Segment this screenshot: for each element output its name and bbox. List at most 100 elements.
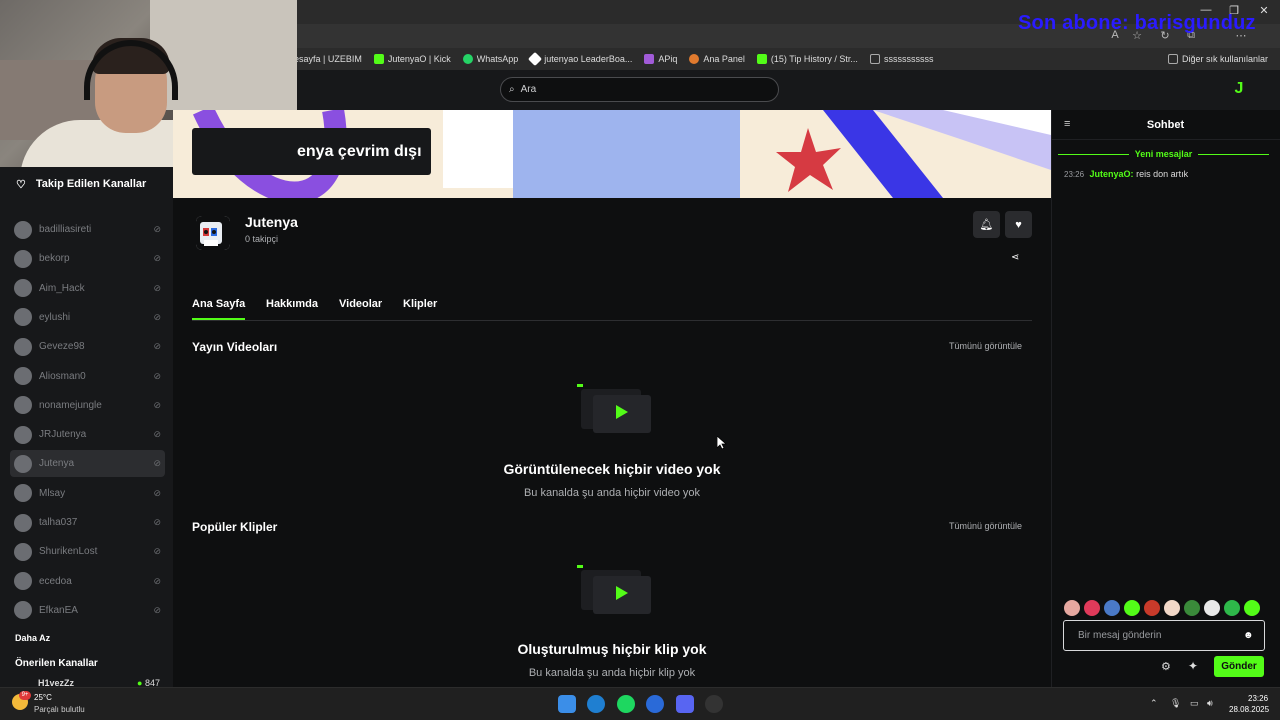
offline-video-icon: ⊘ xyxy=(153,604,161,615)
share-button[interactable]: ⋖ xyxy=(1011,252,1019,263)
show-less-button[interactable]: Daha Az xyxy=(15,633,50,643)
bookmark-label: jutenyao LeaderBoa... xyxy=(544,54,633,64)
weather-notification-badge: 9+ xyxy=(19,691,31,700)
sidebar-channel-name: ecedoa xyxy=(39,575,72,587)
folder-icon xyxy=(869,54,880,64)
bookmark-item[interactable]: esayfa | UZEBIM xyxy=(294,54,362,64)
windows-taskbar xyxy=(0,687,1280,720)
sidebar-channel-name: talha037 xyxy=(39,517,78,528)
panel-icon xyxy=(689,54,700,64)
google-app-icon[interactable] xyxy=(646,695,664,713)
emote-icon[interactable] xyxy=(1204,600,1220,616)
chat-message: 23:26 JutenyaO: reis don artık xyxy=(1064,169,1188,179)
tab-divider xyxy=(192,320,1032,321)
sidebar-channel-item[interactable]: Mlsay ⊘ xyxy=(10,480,165,507)
other-bookmarks[interactable]: Diğer sık kullanılanlar xyxy=(1167,54,1268,64)
obs-studio-icon[interactable] xyxy=(705,695,723,713)
notification-bell-button[interactable]: 🔔︎ xyxy=(973,211,1000,238)
sidebar-channel-item[interactable]: JRJutenya ⊘ xyxy=(10,421,165,448)
sidebar-channel-item[interactable]: badilliasireti ⊘ xyxy=(10,216,165,243)
offline-video-icon: ⊘ xyxy=(153,311,161,322)
sidebar-channel-item[interactable]: ShurikenLost ⊘ xyxy=(10,538,165,565)
videos-see-all-link[interactable]: Tümünü görüntüle xyxy=(949,341,1022,351)
sidebar-channel-item[interactable]: ecedoa ⊘ xyxy=(10,568,165,595)
sidebar-channel-name: Geveze98 xyxy=(39,341,85,353)
bookmark-item[interactable]: WhatsApp xyxy=(462,54,519,64)
tray-expand-icon[interactable]: ⌃ xyxy=(1150,698,1158,709)
bookmark-item[interactable]: jutenyao LeaderBoa... xyxy=(528,51,633,67)
tab-clips[interactable]: Klipler xyxy=(403,298,437,310)
taskbar-time[interactable]: 23:26 xyxy=(1248,694,1268,703)
channel-avatar[interactable] xyxy=(196,216,230,250)
bookmark-item[interactable]: JutenyaO | Kick xyxy=(373,54,451,64)
chat-title: Sohbet xyxy=(1146,118,1185,131)
tab-videos[interactable]: Videolar xyxy=(339,298,382,310)
kick-logo-icon[interactable]: J xyxy=(1230,80,1248,98)
sidebar-channel-item[interactable]: Aim_Hack ⊘ xyxy=(10,275,165,302)
emote-icon[interactable] xyxy=(1144,600,1160,616)
weather-description[interactable]: Parçalı bulutlu xyxy=(34,705,85,714)
sidebar-channel-item[interactable]: nonamejungle ⊘ xyxy=(10,392,165,419)
bookmark-item[interactable]: Ana Panel xyxy=(689,54,745,64)
emote-icon[interactable] xyxy=(1084,600,1100,616)
emote-icon[interactable] xyxy=(1244,600,1260,616)
channel-avatar xyxy=(14,484,32,503)
search-icon: ⌕ xyxy=(509,84,515,95)
sidebar-channel-item[interactable]: EfkanEA ⊘ xyxy=(10,597,165,624)
sidebar-channel-item[interactable]: Geveze98 ⊘ xyxy=(10,333,165,360)
collapse-chat-icon[interactable]: ≡ xyxy=(1064,118,1070,130)
offline-video-icon: ⊘ xyxy=(153,487,161,498)
sidebar-channel-name: Jutenya xyxy=(39,458,75,470)
heart-icon: ♡ xyxy=(16,178,26,191)
tab-about[interactable]: Hakkımda xyxy=(266,298,318,310)
sidebar-channel-item[interactable]: bekorp ⊘ xyxy=(10,245,165,272)
emote-icon[interactable] xyxy=(1184,600,1200,616)
bookmark-label: sssssssssss xyxy=(883,54,934,64)
start-menu-icon[interactable] xyxy=(558,695,576,713)
emote-icon[interactable] xyxy=(1224,600,1240,616)
last-subscriber-overlay: Son abone: barisgunduz xyxy=(1018,12,1256,34)
weather-temperature[interactable]: 25°C xyxy=(34,693,52,702)
tab-home[interactable]: Ana Sayfa xyxy=(192,298,245,310)
sidebar-channel-name: nonamejungle xyxy=(39,399,102,411)
bookmark-item[interactable]: sssssssssss xyxy=(869,54,934,64)
send-message-button[interactable]: Gönder xyxy=(1214,656,1264,677)
sidebar-channel-name: badilliasireti xyxy=(39,224,92,235)
edge-browser-icon[interactable] xyxy=(587,695,605,713)
network-icon[interactable]: ▭ xyxy=(1190,698,1199,709)
emote-icon[interactable] xyxy=(1064,600,1080,616)
search-input[interactable]: ⌕ Ara xyxy=(500,77,779,102)
folder-icon xyxy=(1167,54,1178,64)
emote-icon[interactable] xyxy=(1104,600,1120,616)
bookmark-item[interactable]: APiq xyxy=(644,54,677,64)
taskbar-date[interactable]: 28.08.2025 xyxy=(1229,705,1269,714)
channel-avatar xyxy=(14,572,32,591)
offline-video-icon: ⊘ xyxy=(153,575,161,586)
discord-icon[interactable] xyxy=(676,695,694,713)
bookmark-item[interactable]: (15) Tip History / Str... xyxy=(756,54,858,64)
follow-heart-button[interactable]: ♥ xyxy=(1005,211,1032,238)
offline-video-icon: ⊘ xyxy=(153,224,161,234)
close-window-button[interactable]: ✕ xyxy=(1254,4,1274,17)
sidebar-channel-name: eylushi xyxy=(39,311,71,323)
chat-settings-gear-icon[interactable]: ⚙ xyxy=(1161,660,1171,673)
sidebar-channel-name: ShurikenLost xyxy=(39,546,98,558)
microphone-icon[interactable]: 🎙︎ xyxy=(1170,698,1181,709)
chat-message-input[interactable]: Bir mesaj gönderin xyxy=(1063,620,1265,651)
sidebar-channel-item[interactable]: talha037 ⊘ xyxy=(10,509,165,536)
sidebar-channel-item[interactable]: eylushi ⊘ xyxy=(10,304,165,331)
channel-points-icon[interactable]: ✦ xyxy=(1188,659,1198,673)
clips-see-all-link[interactable]: Tümünü görüntüle xyxy=(949,521,1022,531)
sidebar-channel-item[interactable]: Jutenya ⊘ xyxy=(10,450,165,478)
message-user[interactable]: JutenyaO: xyxy=(1090,169,1134,179)
bookmark-label: WhatsApp xyxy=(476,54,519,64)
sidebar-channel-item[interactable]: Aliosman0 ⊘ xyxy=(10,363,165,390)
emote-icon[interactable] xyxy=(1164,600,1180,616)
followed-channels-header: ♡ Takip Edilen Kanallar xyxy=(0,172,173,196)
volume-icon[interactable]: 🔊︎ xyxy=(1207,698,1213,709)
emote-icon[interactable] xyxy=(1124,600,1140,616)
bookmark-label: Diğer sık kullanılanlar xyxy=(1181,54,1268,64)
emoji-picker-icon[interactable]: ☻ xyxy=(1243,630,1254,641)
spotify-icon[interactable] xyxy=(617,695,635,713)
bookmark-label: esayfa | UZEBIM xyxy=(294,54,362,64)
